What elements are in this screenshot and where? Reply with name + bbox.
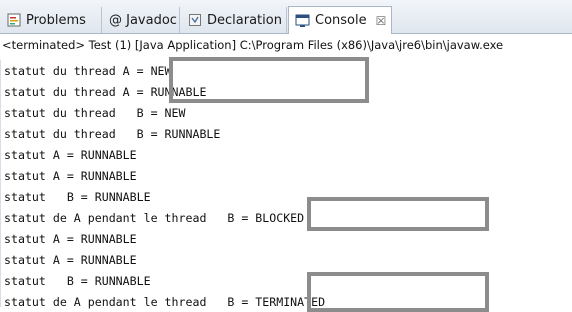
tab-javadoc[interactable]: @ Javadoc [103,7,180,33]
tab-declaration[interactable]: Declaration [181,7,287,33]
declaration-icon [187,13,202,28]
console-output[interactable]: statut du thread A = NEW statut du threa… [0,57,572,312]
console-line: statut A = RUNNABLE [4,169,137,183]
tab-console[interactable]: Console ☒ [288,6,392,34]
console-icon [295,13,310,28]
console-line: statut du thread B = RUNNABLE [4,127,221,141]
console-line: statut de A pendant le thread B = BLOCKE… [4,211,305,225]
tab-problems[interactable]: Problems [0,7,102,33]
highlight-box [169,57,369,103]
highlight-box [307,272,489,312]
console-line: statut A = RUNNABLE [4,232,137,246]
tab-label: Problems [26,12,86,28]
console-status-line: <terminated> Test (1) [Java Application]… [2,38,504,52]
tab-label: @ Javadoc [109,12,177,28]
tab-label: Console [315,13,367,28]
console-line: statut A = RUNNABLE [4,253,137,267]
console-line: statut A = RUNNABLE [4,148,137,162]
highlight-box [307,197,489,231]
tab-label: Declaration [207,12,282,28]
console-line: statut B = RUNNABLE [4,190,151,204]
console-line: statut du thread B = NEW [4,106,186,120]
view-tab-bar: Problems @ Javadoc Declaration Console ☒ [0,0,572,34]
console-line: statut B = RUNNABLE [4,274,151,288]
console-line: statut de A pendant le thread B = TERMIN… [4,295,326,309]
console-line: statut du thread A = NEW [4,64,172,78]
close-icon[interactable]: ☒ [376,14,387,28]
problems-icon [6,13,21,28]
